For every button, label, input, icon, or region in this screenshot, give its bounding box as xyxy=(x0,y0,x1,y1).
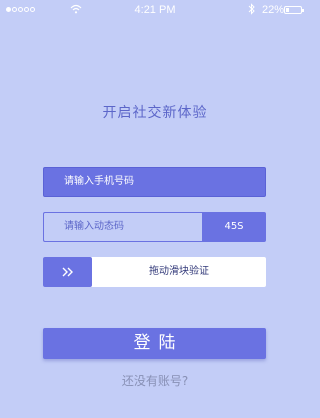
page-title: 开启社交新体验 xyxy=(102,105,208,121)
battery-percent: 22% xyxy=(262,4,285,16)
double-chevron-right-icon xyxy=(60,263,76,282)
code-countdown-button[interactable]: 45S xyxy=(202,212,266,242)
slider-handle[interactable] xyxy=(43,257,92,287)
status-bar: 4:21 PM 22% xyxy=(0,0,310,20)
register-link[interactable]: 还没有账号? xyxy=(0,372,310,389)
slider-verification: 拖动滑块验证 xyxy=(43,257,266,287)
slider-label: 拖动滑块验证 xyxy=(149,266,209,277)
battery-level xyxy=(286,8,289,12)
login-button[interactable]: 登陆 xyxy=(43,328,266,359)
verification-code-input[interactable]: 请输入动态码 xyxy=(43,212,202,242)
bluetooth-icon xyxy=(248,3,256,18)
phone-number-input[interactable]: 请输入手机号码 xyxy=(43,167,266,197)
battery-icon xyxy=(284,6,304,14)
